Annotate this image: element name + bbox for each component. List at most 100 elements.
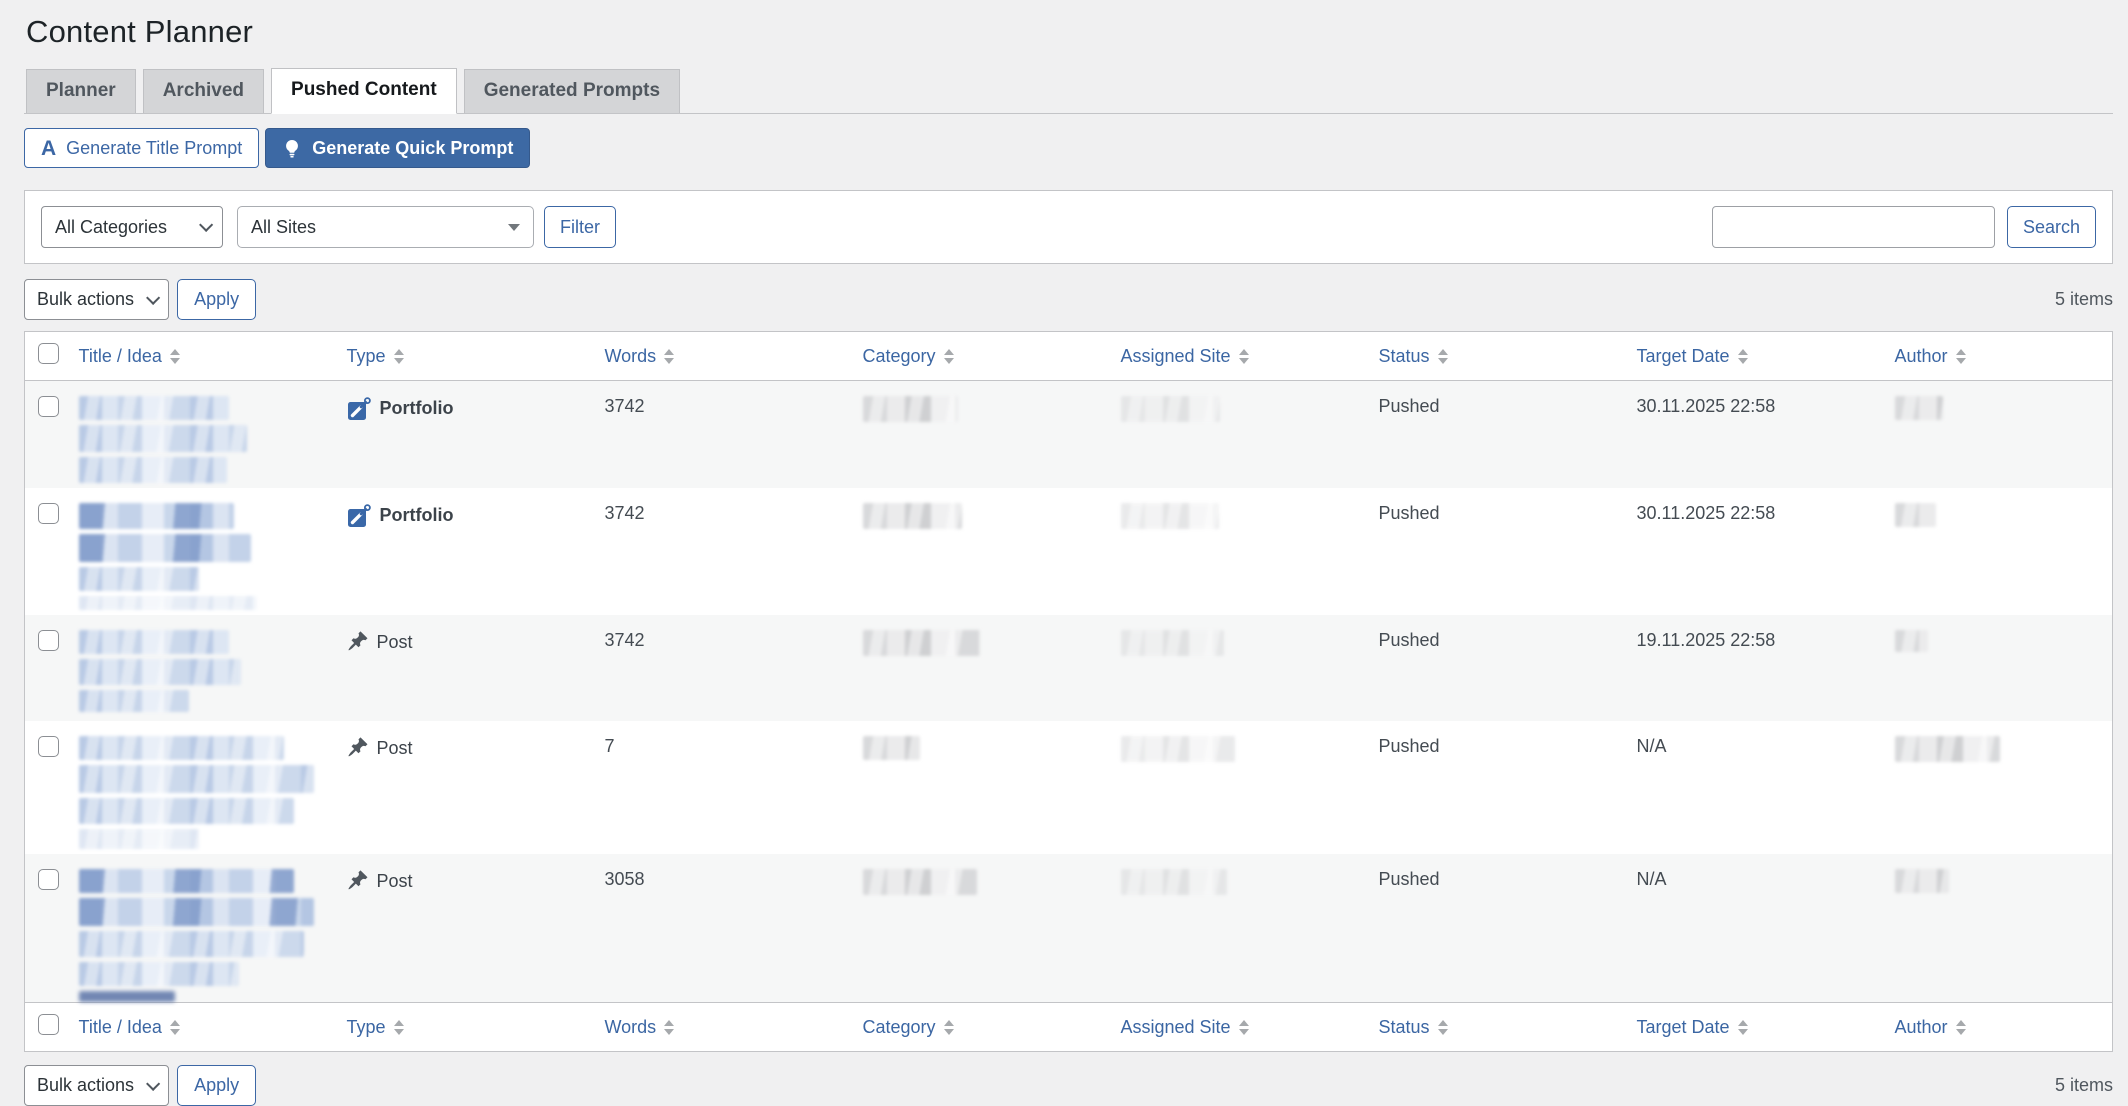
sort-arrows-icon: [394, 1020, 404, 1035]
tab-pushed-content[interactable]: Pushed Content: [271, 68, 457, 114]
title-redacted-link[interactable]: [79, 396, 337, 483]
column-label: Category: [863, 346, 936, 367]
row-checkbox[interactable]: [38, 396, 59, 417]
sort-link-target-date[interactable]: Target Date: [1637, 1017, 1748, 1038]
sort-arrows-icon: [1738, 1020, 1748, 1035]
table-body: Portfolio3742Pushed30.11.2025 22:58Portf…: [25, 381, 2113, 1003]
post-pin-icon: [347, 630, 369, 652]
assigned-site-redacted: [1121, 736, 1235, 762]
column-header-status: Status: [1377, 332, 1635, 381]
author-redacted: [1895, 736, 2000, 762]
category-redacted: [863, 736, 920, 760]
filter-bar: All Categories All Sites Filter Search: [24, 190, 2113, 264]
type-cell: Post: [345, 721, 603, 854]
select-all-checkbox[interactable]: [38, 343, 59, 364]
author-cell: [1893, 854, 2113, 1003]
column-label: Status: [1379, 346, 1430, 367]
type-label: Portfolio: [380, 503, 454, 526]
bulk-actions-select-bottom[interactable]: Bulk actions: [24, 1065, 169, 1106]
sort-link-author[interactable]: Author: [1895, 346, 1966, 367]
apply-button-bottom[interactable]: Apply: [177, 1065, 256, 1106]
sort-link-status[interactable]: Status: [1379, 346, 1448, 367]
filter-button[interactable]: Filter: [544, 206, 616, 248]
sites-select-value: All Sites: [251, 217, 316, 238]
column-header-author: Author: [1893, 332, 2113, 381]
row-select-cell: [25, 381, 77, 489]
column-header-category: Category: [861, 332, 1119, 381]
type-label: Post: [377, 736, 413, 759]
assigned-site-cell: [1119, 615, 1377, 721]
sort-link-category[interactable]: Category: [863, 346, 954, 367]
category-cell: [861, 615, 1119, 721]
words-value: 3742: [603, 488, 861, 615]
select-all-checkbox[interactable]: [38, 1014, 59, 1035]
sort-link-type[interactable]: Type: [347, 346, 404, 367]
row-checkbox[interactable]: [38, 630, 59, 651]
sort-arrows-icon: [170, 1020, 180, 1035]
post-pin-icon: [347, 869, 369, 891]
chevron-down-icon: [146, 1076, 160, 1090]
lightbulb-icon: [282, 138, 302, 159]
category-redacted: [863, 503, 962, 529]
generate-title-prompt-button[interactable]: A Generate Title Prompt: [24, 128, 259, 168]
row-checkbox[interactable]: [38, 869, 59, 890]
tab-archived[interactable]: Archived: [143, 69, 264, 113]
sort-arrows-icon: [1956, 1020, 1966, 1035]
category-redacted: [863, 630, 980, 656]
sort-link-title-idea[interactable]: Title / Idea: [79, 346, 180, 367]
words-value: 3742: [603, 381, 861, 489]
title-redacted-link[interactable]: [79, 503, 337, 610]
letter-a-icon: A: [41, 138, 56, 159]
row-select-cell: [25, 721, 77, 854]
sort-arrows-icon: [1438, 1020, 1448, 1035]
title-redacted-link[interactable]: [79, 630, 337, 712]
author-redacted: [1895, 630, 1928, 652]
sort-link-words[interactable]: Words: [605, 346, 675, 367]
generate-quick-prompt-button[interactable]: Generate Quick Prompt: [265, 128, 530, 168]
sort-link-author[interactable]: Author: [1895, 1017, 1966, 1038]
select-all-cell: [25, 1003, 77, 1052]
sort-link-category[interactable]: Category: [863, 1017, 954, 1038]
search-input[interactable]: [1712, 206, 1995, 248]
sort-link-title-idea[interactable]: Title / Idea: [79, 1017, 180, 1038]
title-redacted-link[interactable]: [79, 736, 337, 849]
categories-select[interactable]: All Categories: [41, 206, 223, 248]
tab-planner[interactable]: Planner: [26, 69, 136, 113]
tab-generated-prompts[interactable]: Generated Prompts: [464, 69, 680, 113]
category-redacted: [863, 869, 977, 895]
generate-quick-prompt-label: Generate Quick Prompt: [312, 139, 513, 157]
row-checkbox[interactable]: [38, 503, 59, 524]
sort-arrows-icon: [1438, 349, 1448, 364]
sites-select[interactable]: All Sites: [237, 206, 534, 248]
column-header-words: Words: [603, 1003, 861, 1052]
column-header-assigned-site: Assigned Site: [1119, 332, 1377, 381]
search-group: Search: [1712, 206, 2096, 248]
sort-link-type[interactable]: Type: [347, 1017, 404, 1038]
author-redacted: [1895, 396, 1943, 420]
sort-link-assigned-site[interactable]: Assigned Site: [1121, 346, 1249, 367]
table-row: Post7PushedN/A: [25, 721, 2113, 854]
type-cell: Portfolio: [345, 488, 603, 615]
status-value: Pushed: [1377, 854, 1635, 1003]
target-date-value: 19.11.2025 22:58: [1635, 615, 1893, 721]
column-header-target-date: Target Date: [1635, 1003, 1893, 1052]
bulk-actions-select[interactable]: Bulk actions: [24, 279, 169, 320]
title-idea-cell: [77, 488, 345, 615]
search-button[interactable]: Search: [2007, 206, 2096, 248]
sort-arrows-icon: [664, 349, 674, 364]
prompt-buttons-row: A Generate Title Prompt Generate Quick P…: [24, 128, 2113, 168]
sort-link-assigned-site[interactable]: Assigned Site: [1121, 1017, 1249, 1038]
assigned-site-cell: [1119, 488, 1377, 615]
tablenav-bottom: Bulk actions Apply 5 items: [24, 1065, 2113, 1106]
column-label: Category: [863, 1017, 936, 1038]
column-label: Author: [1895, 1017, 1948, 1038]
category-cell: [861, 381, 1119, 489]
sort-link-target-date[interactable]: Target Date: [1637, 346, 1748, 367]
row-actions-redacted[interactable]: [79, 991, 175, 1002]
apply-button[interactable]: Apply: [177, 279, 256, 320]
column-label: Title / Idea: [79, 346, 162, 367]
title-redacted-link[interactable]: [79, 869, 337, 1002]
sort-link-status[interactable]: Status: [1379, 1017, 1448, 1038]
sort-link-words[interactable]: Words: [605, 1017, 675, 1038]
row-checkbox[interactable]: [38, 736, 59, 757]
